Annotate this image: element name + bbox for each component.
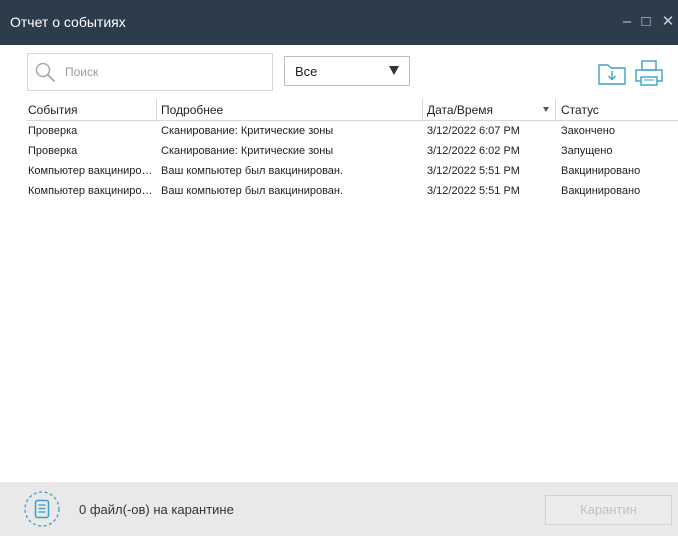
folder-download-icon[interactable] xyxy=(597,60,627,86)
column-divider[interactable] xyxy=(422,99,423,121)
table-row[interactable]: Компьютер вакциниро… Ваш компьютер был в… xyxy=(26,162,678,182)
event-filter-select[interactable]: Все xyxy=(284,56,410,86)
cell-datetime: 3/12/2022 5:51 PM xyxy=(427,165,520,177)
cell-status: Вакцинировано xyxy=(561,185,641,197)
cell-event: Компьютер вакциниро… xyxy=(28,185,153,197)
search-icon xyxy=(35,62,55,82)
table-row[interactable]: Проверка Сканирование: Критические зоны … xyxy=(26,122,678,142)
close-button[interactable]: ✕ xyxy=(658,12,678,32)
quarantine-button[interactable]: Карантин xyxy=(545,495,672,525)
table-header: События Подробнее Дата/Время Статус xyxy=(26,99,678,121)
cell-event: Проверка xyxy=(28,125,78,137)
cell-status: Закончено xyxy=(561,125,615,137)
cell-status: Запущено xyxy=(561,145,613,157)
table-row[interactable]: Проверка Сканирование: Критические зоны … xyxy=(26,142,678,162)
cell-details: Сканирование: Критические зоны xyxy=(161,125,334,137)
filter-selected-value: Все xyxy=(295,64,318,79)
minimize-button[interactable]: – xyxy=(617,12,637,32)
cell-datetime: 3/12/2022 6:02 PM xyxy=(427,145,520,157)
maximize-button[interactable]: □ xyxy=(636,12,656,32)
search-input[interactable] xyxy=(65,63,265,81)
column-header-datetime[interactable]: Дата/Время xyxy=(427,103,537,117)
cell-details: Ваш компьютер был вакцинирован. xyxy=(161,185,344,197)
window-title: Отчет о событиях xyxy=(10,14,126,30)
cell-event: Компьютер вакциниро… xyxy=(28,165,153,177)
cell-datetime: 3/12/2022 6:07 PM xyxy=(427,125,520,137)
column-divider[interactable] xyxy=(555,99,556,121)
column-divider[interactable] xyxy=(156,99,157,121)
cell-datetime: 3/12/2022 5:51 PM xyxy=(427,185,520,197)
search-box[interactable] xyxy=(27,53,273,91)
quarantine-count-text: 0 файл(-ов) на карантине xyxy=(79,502,234,517)
cell-event: Проверка xyxy=(28,145,78,157)
printer-icon[interactable] xyxy=(634,58,664,88)
sort-descending-icon xyxy=(543,107,549,112)
quarantine-icon xyxy=(24,491,60,527)
title-bar: Отчет о событиях – □ ✕ xyxy=(0,0,678,45)
column-header-events[interactable]: События xyxy=(28,103,155,117)
cell-status: Вакцинировано xyxy=(561,165,641,177)
quarantine-footer: 0 файл(-ов) на карантине Карантин xyxy=(0,482,678,536)
cell-details: Ваш компьютер был вакцинирован. xyxy=(161,165,344,177)
cell-details: Сканирование: Критические зоны xyxy=(161,145,334,157)
column-header-details[interactable]: Подробнее xyxy=(161,103,421,117)
column-header-status[interactable]: Статус xyxy=(561,103,676,117)
table-row[interactable]: Компьютер вакциниро… Ваш компьютер был в… xyxy=(26,182,678,202)
chevron-down-icon xyxy=(389,66,399,75)
